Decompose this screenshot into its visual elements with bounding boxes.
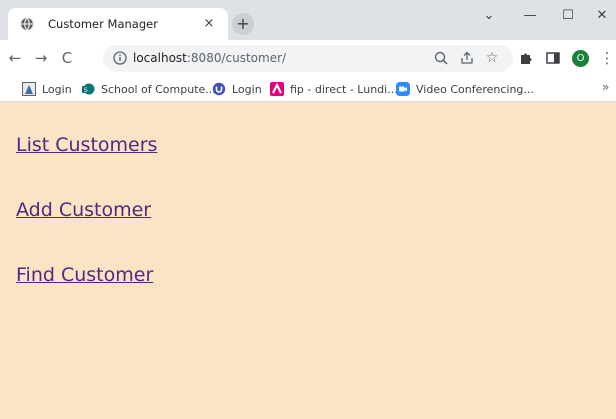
profile-avatar[interactable]: O (572, 50, 589, 67)
window-close-button[interactable]: ✕ (590, 6, 614, 26)
zoom-icon[interactable] (433, 50, 449, 66)
at-login-favicon-icon (212, 82, 226, 96)
fip-favicon-icon (270, 82, 284, 96)
url-path: :8080/customer/ (186, 51, 287, 65)
tab-search-chevron-icon[interactable]: ⌄ (477, 6, 501, 26)
url-text[interactable]: localhost:8080/customer/ (133, 51, 286, 65)
minimize-button[interactable]: — (518, 6, 542, 26)
school-favicon-icon: S (82, 83, 95, 95)
bookmark-item[interactable]: fip - direct - Lundi... (270, 80, 398, 98)
new-tab-button[interactable]: + (232, 13, 254, 35)
tab-strip: Customer Manager × + ⌄ — ☐ ✕ (0, 0, 616, 40)
forward-button[interactable]: → (30, 47, 52, 69)
login-favicon-icon (22, 82, 36, 96)
bookmark-label: Video Conferencing... (416, 82, 534, 96)
bookmark-label: Login (42, 82, 72, 96)
tab-title: Customer Manager (48, 17, 158, 31)
address-bar[interactable]: localhost:8080/customer/ ☆ (103, 45, 513, 72)
list-customers-link[interactable]: List Customers (16, 134, 157, 156)
back-button[interactable]: ← (4, 47, 26, 69)
url-host: localhost (133, 51, 187, 65)
bookmark-star-icon[interactable]: ☆ (484, 50, 500, 66)
bookmark-label: Login (232, 82, 262, 96)
bookmarks-bar: Login S School of Compute... Login fip -… (0, 76, 616, 102)
bookmark-label: fip - direct - Lundi... (290, 82, 398, 96)
extensions-puzzle-icon[interactable] (518, 50, 534, 66)
bookmark-item[interactable]: Login (212, 80, 262, 98)
find-customer-link[interactable]: Find Customer (16, 264, 153, 286)
bookmark-item[interactable]: S School of Compute... (81, 80, 216, 98)
globe-icon (21, 17, 33, 31)
maximize-button[interactable]: ☐ (556, 6, 580, 26)
browser-toolbar: ← → C localhost:8080/customer/ ☆ O ⋮ (0, 40, 616, 76)
menu-kebab-icon[interactable]: ⋮ (599, 50, 615, 66)
info-icon[interactable] (113, 51, 127, 65)
svg-text:S: S (84, 86, 88, 94)
video-favicon-icon (396, 82, 410, 96)
side-panel-icon[interactable] (545, 50, 561, 66)
bookmark-label: School of Compute... (101, 82, 216, 96)
bookmarks-overflow-icon[interactable]: » (602, 80, 609, 94)
tab-close-icon[interactable]: × (201, 16, 217, 32)
bookmark-item[interactable]: Video Conferencing... (396, 80, 534, 98)
browser-tab[interactable]: Customer Manager × (8, 8, 228, 40)
page-content: List Customers Add Customer Find Custome… (0, 103, 616, 419)
add-customer-link[interactable]: Add Customer (16, 199, 151, 221)
bookmark-item[interactable]: Login (22, 80, 72, 98)
reload-button[interactable]: C (56, 47, 78, 69)
share-icon[interactable] (459, 50, 475, 66)
